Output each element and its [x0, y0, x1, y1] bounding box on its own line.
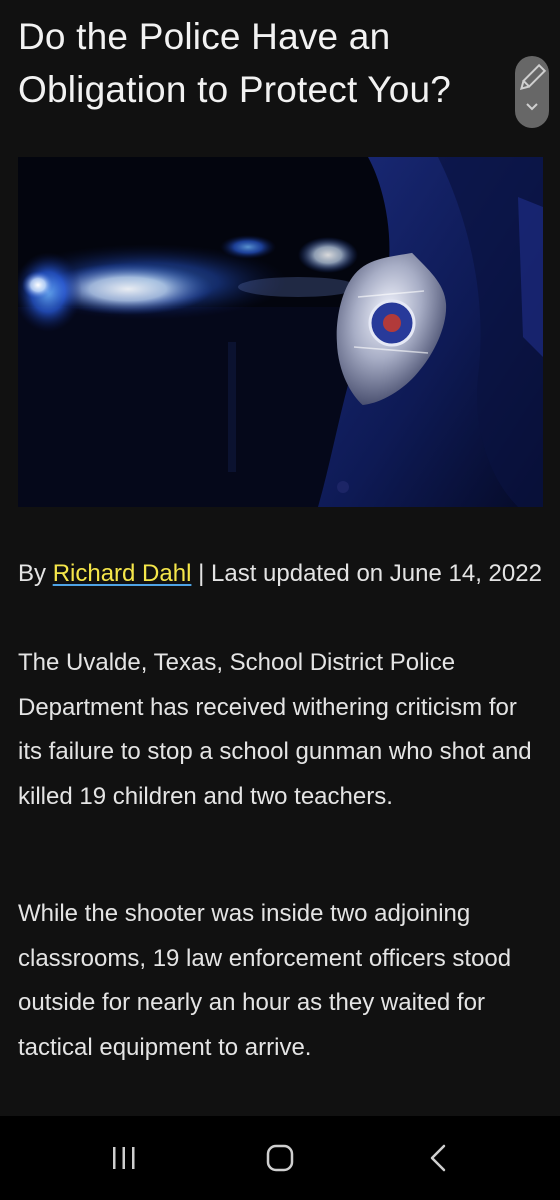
back-button[interactable]: [408, 1128, 468, 1188]
byline: By Richard Dahl | Last updated on June 1…: [18, 552, 543, 596]
hero-image: [18, 157, 543, 507]
chevron-down-icon: [526, 103, 538, 111]
edit-floating-button[interactable]: [515, 56, 549, 128]
article-view: Do the Police Have an Obligation to Prot…: [0, 0, 560, 1116]
byline-prefix: By: [18, 560, 53, 587]
police-badge-photo: [18, 157, 543, 507]
last-updated-text: | Last updated on June 14, 2022: [191, 560, 542, 587]
recent-apps-button[interactable]: [94, 1128, 154, 1188]
author-link[interactable]: Richard Dahl: [53, 560, 192, 587]
home-button[interactable]: [250, 1128, 310, 1188]
article-title: Do the Police Have an Obligation to Prot…: [18, 16, 452, 110]
back-icon: [430, 1144, 446, 1172]
recent-apps-icon: [113, 1147, 135, 1169]
article-paragraph: While the shooter was inside two adjoini…: [18, 900, 512, 1061]
home-icon: [266, 1144, 294, 1172]
system-navigation-bar: [0, 1116, 560, 1200]
article-paragraph: The Uvalde, Texas, School District Polic…: [18, 649, 532, 810]
